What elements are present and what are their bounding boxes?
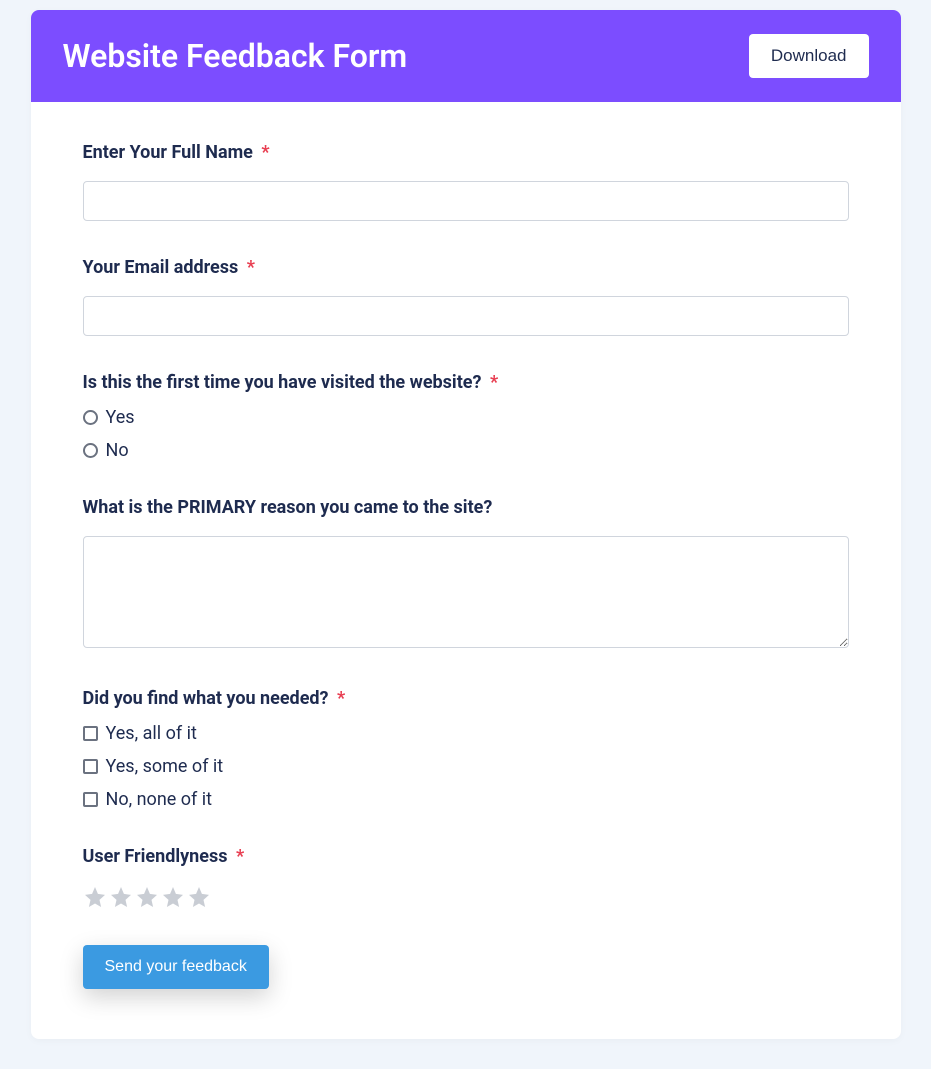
field-user-friendly: User Friendlyness * bbox=[83, 846, 849, 909]
radio-option-no[interactable]: No bbox=[83, 440, 849, 461]
checkbox-icon bbox=[83, 759, 98, 774]
option-label: Yes, some of it bbox=[106, 756, 224, 777]
field-found-needed: Did you find what you needed? * Yes, all… bbox=[83, 688, 849, 810]
radio-option-yes[interactable]: Yes bbox=[83, 407, 849, 428]
download-button[interactable]: Download bbox=[749, 34, 869, 78]
label-text: User Friendlyness bbox=[83, 846, 228, 867]
submit-button[interactable]: Send your feedback bbox=[83, 945, 269, 989]
email-label: Your Email address * bbox=[83, 257, 849, 278]
star-icon[interactable] bbox=[161, 885, 185, 909]
star-icon[interactable] bbox=[135, 885, 159, 909]
label-text: Did you find what you needed? bbox=[83, 688, 329, 709]
checkbox-option-all[interactable]: Yes, all of it bbox=[83, 723, 849, 744]
form-title: Website Feedback Form bbox=[63, 37, 408, 75]
checkbox-icon bbox=[83, 726, 98, 741]
required-marker: * bbox=[490, 372, 498, 393]
star-icon[interactable] bbox=[83, 885, 107, 909]
form-body: Enter Your Full Name * Your Email addres… bbox=[31, 102, 901, 1039]
first-time-options: Yes No bbox=[83, 407, 849, 461]
label-text: Your Email address bbox=[83, 257, 239, 278]
field-email: Your Email address * bbox=[83, 257, 849, 336]
checkbox-icon bbox=[83, 792, 98, 807]
label-text: Enter Your Full Name bbox=[83, 142, 253, 163]
checkbox-option-none[interactable]: No, none of it bbox=[83, 789, 849, 810]
found-needed-label: Did you find what you needed? * bbox=[83, 688, 849, 709]
required-marker: * bbox=[337, 688, 345, 709]
form-container: Website Feedback Form Download Enter You… bbox=[31, 10, 901, 1039]
option-label: Yes bbox=[106, 407, 135, 428]
field-full-name: Enter Your Full Name * bbox=[83, 142, 849, 221]
full-name-input[interactable] bbox=[83, 181, 849, 221]
field-primary-reason: What is the PRIMARY reason you came to t… bbox=[83, 497, 849, 652]
option-label: No bbox=[106, 440, 129, 461]
checkbox-option-some[interactable]: Yes, some of it bbox=[83, 756, 849, 777]
field-first-time: Is this the first time you have visited … bbox=[83, 372, 849, 461]
star-icon[interactable] bbox=[109, 885, 133, 909]
star-rating bbox=[83, 885, 849, 909]
email-input[interactable] bbox=[83, 296, 849, 336]
primary-reason-label: What is the PRIMARY reason you came to t… bbox=[83, 497, 849, 518]
label-text: What is the PRIMARY reason you came to t… bbox=[83, 497, 493, 518]
option-label: No, none of it bbox=[106, 789, 213, 810]
first-time-label: Is this the first time you have visited … bbox=[83, 372, 849, 393]
full-name-label: Enter Your Full Name * bbox=[83, 142, 849, 163]
required-marker: * bbox=[236, 846, 244, 867]
radio-icon bbox=[83, 410, 98, 425]
required-marker: * bbox=[261, 142, 269, 163]
radio-icon bbox=[83, 443, 98, 458]
label-text: Is this the first time you have visited … bbox=[83, 372, 482, 393]
primary-reason-textarea[interactable] bbox=[83, 536, 849, 648]
star-icon[interactable] bbox=[187, 885, 211, 909]
required-marker: * bbox=[247, 257, 255, 278]
user-friendly-label: User Friendlyness * bbox=[83, 846, 849, 867]
option-label: Yes, all of it bbox=[106, 723, 197, 744]
found-needed-options: Yes, all of it Yes, some of it No, none … bbox=[83, 723, 849, 810]
form-header: Website Feedback Form Download bbox=[31, 10, 901, 102]
